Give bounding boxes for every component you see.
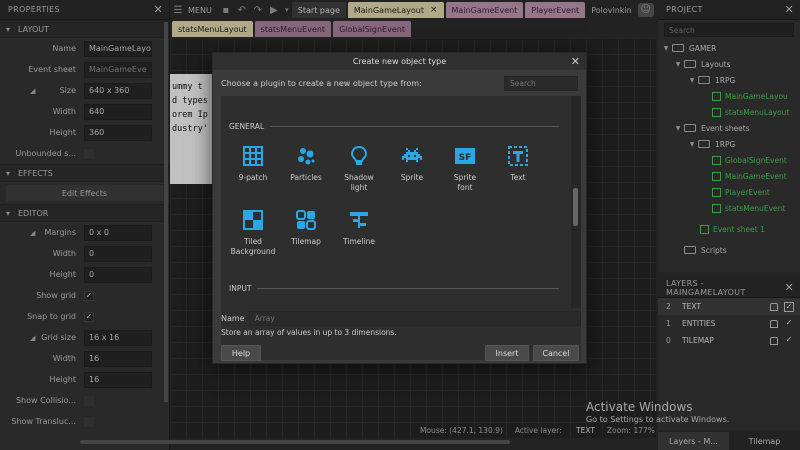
category-label: INPUT [229, 284, 252, 293]
divider [270, 126, 559, 127]
plugin-search-input[interactable]: Search [504, 75, 578, 91]
divider [257, 288, 559, 289]
object-name-input[interactable]: Array [248, 311, 581, 326]
dialog-title: Create new object type [352, 57, 447, 66]
plugin-item[interactable]: Text [492, 144, 544, 183]
text-icon [506, 144, 530, 168]
plugin-label: Tilemap [291, 237, 321, 246]
help-button[interactable]: Help [221, 345, 261, 361]
watermark-title: Activate Windows [586, 400, 693, 414]
plugin-label: Particles [290, 173, 322, 182]
plugin-label: Tiled Background [230, 237, 276, 256]
plugin-label: Shadow light [344, 173, 374, 192]
watermark-subtitle: Go to Settings to activate Windows. [586, 415, 730, 424]
plugin-item[interactable]: Timeline [333, 208, 385, 247]
plugin-item[interactable]: Shadow light [333, 144, 385, 193]
plugin-list-scrollbar[interactable] [573, 188, 578, 226]
plugin-label: Sprite font [453, 173, 477, 192]
category-header: GENERAL [229, 122, 559, 131]
plugin-label: Sprite [400, 173, 424, 182]
plugin-label: 9-patch [238, 173, 268, 182]
dialog-title-bar: Create new object type ✕ [213, 53, 586, 70]
plugin-item[interactable]: Particles [280, 144, 332, 183]
particles-icon [294, 144, 318, 168]
plugin-item[interactable]: Tiled Background [227, 208, 279, 257]
sprite-icon [400, 144, 424, 168]
sprite-font-icon: SF [453, 144, 477, 168]
plugin-item[interactable]: Tilemap [280, 208, 332, 247]
plugin-item[interactable]: 9-patch [227, 144, 279, 183]
plugin-label: Text [510, 173, 526, 182]
create-object-dialog: Create new object type ✕ Choose a plugin… [212, 52, 587, 364]
name-label: Name [221, 314, 245, 323]
activate-windows-watermark: Activate Windows Go to Settings to activ… [586, 400, 729, 424]
category-header: INPUT [229, 284, 559, 293]
insert-button[interactable]: Insert [485, 345, 529, 361]
nine-patch-icon [241, 144, 265, 168]
dialog-prompt-row: Choose a plugin to create a new object t… [213, 70, 586, 96]
category-label: GENERAL [229, 122, 265, 131]
plugin-label: Timeline [343, 237, 375, 246]
cancel-button[interactable]: Cancel [533, 345, 579, 361]
shadow-light-icon [347, 144, 371, 168]
svg-text:SF: SF [459, 153, 472, 163]
plugin-item[interactable]: SF Sprite font [439, 144, 491, 193]
tiled-background-icon [241, 208, 265, 232]
plugin-list-viewport: GENERAL 9-patch Particles Shadow light S… [221, 96, 571, 308]
close-icon[interactable]: ✕ [571, 55, 580, 68]
dialog-prompt: Choose a plugin to create a new object t… [221, 78, 422, 88]
tilemap-icon [294, 208, 318, 232]
timeline-icon [347, 208, 371, 232]
plugin-description: Store an array of values in up to 3 dime… [221, 328, 397, 337]
plugin-item[interactable]: Sprite [386, 144, 438, 183]
name-row: Name Array [221, 311, 581, 326]
